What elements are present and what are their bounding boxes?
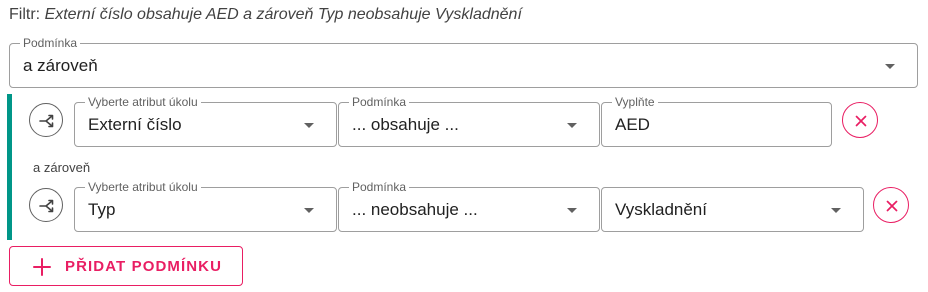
value-text: AED — [615, 114, 650, 134]
remove-condition-button[interactable] — [842, 102, 878, 138]
joiner-label: a zároveň — [33, 160, 91, 175]
group-condition-select[interactable]: Podmínka a zároveň — [9, 36, 918, 88]
value-text: Vyskladnění — [615, 199, 707, 219]
attribute-value: Externí číslo — [88, 114, 182, 134]
dropdown-arrow-icon — [567, 207, 577, 213]
attribute-label: Vyberte atribut úkolu — [85, 95, 201, 109]
remove-condition-button[interactable] — [873, 187, 909, 223]
condition-label: Podmínka — [349, 180, 410, 194]
filter-expression: Externí číslo obsahuje AED a zároveň Typ… — [44, 6, 522, 23]
call-split-icon — [39, 114, 54, 128]
dropdown-arrow-icon — [567, 122, 577, 128]
attribute-value: Typ — [88, 199, 116, 219]
add-condition-label: PŘIDAT PODMÍNKU — [65, 258, 223, 275]
condition-select[interactable]: Podmínka ... neobsahuje ... — [338, 180, 600, 232]
condition-value: ... obsahuje ... — [352, 114, 459, 134]
attribute-select[interactable]: Vyberte atribut úkolu Externí číslo — [74, 95, 337, 147]
value-label: Vyplňte — [612, 95, 658, 109]
attribute-label: Vyberte atribut úkolu — [85, 180, 201, 194]
value-select[interactable]: Vyskladnění — [601, 187, 864, 232]
plus-icon — [33, 258, 51, 276]
close-icon — [886, 200, 898, 212]
filter-prefix: Filtr: — [9, 6, 41, 23]
dropdown-arrow-icon — [885, 63, 895, 69]
close-icon — [855, 115, 867, 127]
add-condition-button[interactable]: PŘIDAT PODMÍNKU — [9, 246, 243, 286]
dropdown-arrow-icon — [304, 207, 314, 213]
condition-label: Podmínka — [349, 95, 410, 109]
filter-summary: Filtr: Externí číslo obsahuje AED a záro… — [9, 6, 522, 24]
attribute-select[interactable]: Vyberte atribut úkolu Typ — [74, 180, 337, 232]
condition-select[interactable]: Podmínka ... obsahuje ... — [338, 95, 600, 147]
dropdown-arrow-icon — [304, 122, 314, 128]
group-condition-label: Podmínka — [20, 36, 81, 50]
value-input[interactable]: Vyplňte AED — [601, 95, 832, 147]
call-split-icon — [39, 199, 54, 213]
dropdown-arrow-icon — [831, 207, 841, 213]
condition-value: ... neobsahuje ... — [352, 199, 478, 219]
split-condition-button[interactable] — [29, 188, 63, 222]
condition-group-indicator — [7, 94, 12, 240]
split-condition-button[interactable] — [29, 103, 63, 137]
group-condition-value: a zároveň — [23, 55, 98, 75]
